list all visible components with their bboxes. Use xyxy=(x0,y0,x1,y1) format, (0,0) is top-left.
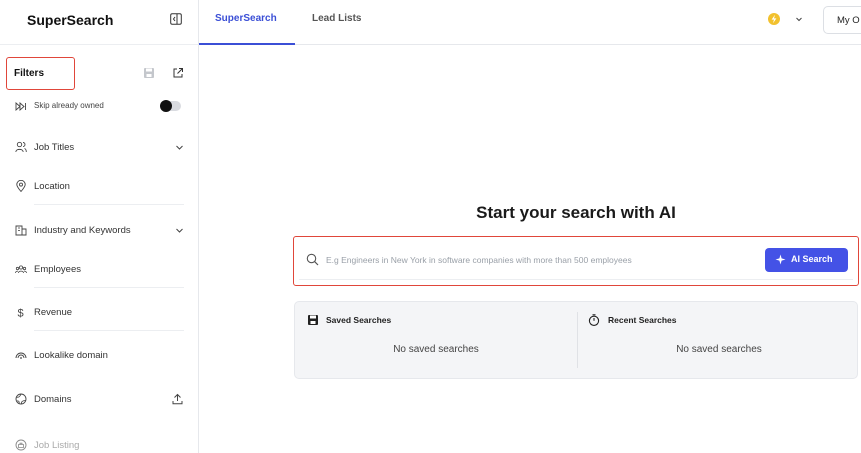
filter-label: Domains xyxy=(34,394,72,405)
saved-searches-section: Saved Searches No saved searches xyxy=(295,302,577,380)
save-filters-icon[interactable] xyxy=(143,67,155,79)
top-navigation: SuperSearch Lead Lists My O xyxy=(199,0,861,45)
skip-icon xyxy=(15,102,26,111)
filter-label: Lookalike domain xyxy=(34,350,108,361)
filter-revenue[interactable]: $ Revenue xyxy=(15,303,185,331)
divider xyxy=(34,330,184,331)
svg-text:$: $ xyxy=(18,308,24,319)
filter-label: Industry and Keywords xyxy=(34,225,131,236)
divider xyxy=(34,204,184,205)
chevron-down-icon[interactable] xyxy=(175,226,184,235)
dollar-icon: $ xyxy=(18,308,24,319)
divider xyxy=(34,287,184,288)
skip-owned-row: Skip already owned xyxy=(15,100,185,114)
recent-searches-empty: No saved searches xyxy=(676,344,762,355)
saved-searches-title: Saved Searches xyxy=(326,315,392,325)
skip-owned-toggle[interactable] xyxy=(160,100,181,112)
recent-searches-title: Recent Searches xyxy=(608,315,677,325)
recent-searches-section: Recent Searches No saved searches xyxy=(577,312,859,368)
filter-job-titles[interactable]: Job Titles xyxy=(15,138,185,160)
sparkle-icon xyxy=(775,254,786,265)
filter-employees[interactable]: Employees xyxy=(15,260,185,288)
search-input[interactable] xyxy=(326,251,756,269)
people-icon xyxy=(15,141,27,153)
chevron-down-icon[interactable] xyxy=(795,15,803,23)
divider xyxy=(0,44,199,45)
filter-location[interactable]: Location xyxy=(15,177,185,205)
building-icon xyxy=(15,225,27,236)
saved-searches-empty: No saved searches xyxy=(393,344,479,355)
toggle-knob xyxy=(160,100,172,112)
filter-job-listing[interactable]: Job Listing xyxy=(15,436,185,453)
organization-label: My O xyxy=(837,15,860,26)
filter-label: Job Listing xyxy=(34,440,80,451)
filter-label: Employees xyxy=(34,264,81,275)
tab-lead-lists[interactable]: Lead Lists xyxy=(312,13,361,24)
organization-menu-button[interactable]: My O xyxy=(823,6,861,34)
search-icon xyxy=(306,253,319,266)
search-field: AI Search xyxy=(299,242,853,280)
ai-search-bar: AI Search xyxy=(293,236,859,286)
globe-icon xyxy=(15,393,27,405)
filter-label: Location xyxy=(34,181,70,192)
upload-icon[interactable] xyxy=(172,393,183,405)
hero-title: Start your search with AI xyxy=(476,203,676,222)
skip-owned-label: Skip already owned xyxy=(34,101,104,110)
save-icon xyxy=(308,315,318,325)
searches-panel: Saved Searches No saved searches Recent … xyxy=(294,301,858,379)
tab-supersearch[interactable]: SuperSearch xyxy=(215,13,277,24)
ai-search-button[interactable]: AI Search xyxy=(765,248,848,272)
open-external-icon[interactable] xyxy=(172,67,184,79)
stopwatch-icon xyxy=(588,314,600,326)
sidebar: SuperSearch Filters Skip already owned J… xyxy=(0,0,199,453)
ai-search-label: AI Search xyxy=(791,254,833,264)
filter-label: Job Titles xyxy=(34,142,75,153)
active-tab-indicator xyxy=(199,43,295,45)
filter-lookalike-domain[interactable]: Lookalike domain xyxy=(15,346,185,368)
chevron-down-icon[interactable] xyxy=(175,143,184,152)
filter-industry-keywords[interactable]: Industry and Keywords xyxy=(15,221,185,243)
brand-logo: SuperSearch xyxy=(27,12,114,28)
job-icon xyxy=(15,439,27,451)
team-icon xyxy=(15,265,27,274)
filters-title: Filters xyxy=(14,68,45,79)
location-pin-icon xyxy=(16,180,26,192)
lookalike-icon xyxy=(15,352,27,359)
filter-label: Revenue xyxy=(34,307,73,318)
collapse-sidebar-icon[interactable] xyxy=(170,13,182,25)
filter-domains[interactable]: Domains xyxy=(15,390,185,412)
credits-icon[interactable] xyxy=(767,12,781,26)
